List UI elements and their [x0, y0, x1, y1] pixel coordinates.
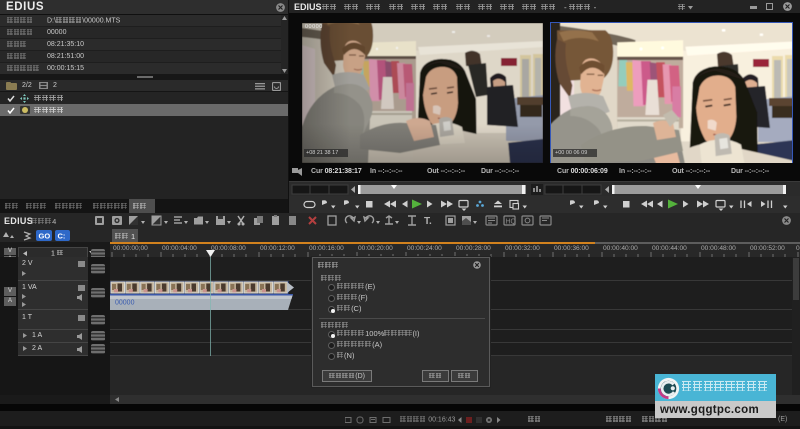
svg-text:00:00:52:00: 00:00:52:00 [750, 245, 785, 252]
svg-text:00:00:20:00: 00:00:20:00 [358, 245, 393, 252]
svg-text:00:00:40:00: 00:00:40:00 [603, 245, 638, 252]
svg-text:00:00:44:00: 00:00:44:00 [652, 245, 687, 252]
svg-text:00:00:00;00: 00:00:00;00 [113, 245, 148, 252]
svg-text:00:00:48:00: 00:00:48:00 [701, 245, 736, 252]
svg-text:00:00:28:00: 00:00:28:00 [456, 245, 491, 252]
svg-text:GO: GO [39, 232, 51, 241]
svg-text:00:00:32:00: 00:00:32:00 [505, 245, 540, 252]
svg-text:00:00:36:00: 00:00:36:00 [554, 245, 589, 252]
svg-text:00:00:16:00: 00:00:16:00 [309, 245, 344, 252]
svg-text:00:00:08:00: 00:00:08:00 [211, 245, 246, 252]
svg-text:C:: C: [58, 232, 66, 241]
svg-text:00:00:04:00: 00:00:04:00 [162, 245, 197, 252]
svg-text:00:00:12:00: 00:00:12:00 [260, 245, 295, 252]
svg-text:T.: T. [424, 216, 432, 227]
svg-text:0: 0 [796, 245, 800, 252]
svg-text:HQ: HQ [506, 219, 517, 226]
svg-text:00000: 00000 [115, 300, 135, 307]
svg-text:00:00:24:00: 00:00:24:00 [407, 245, 442, 252]
